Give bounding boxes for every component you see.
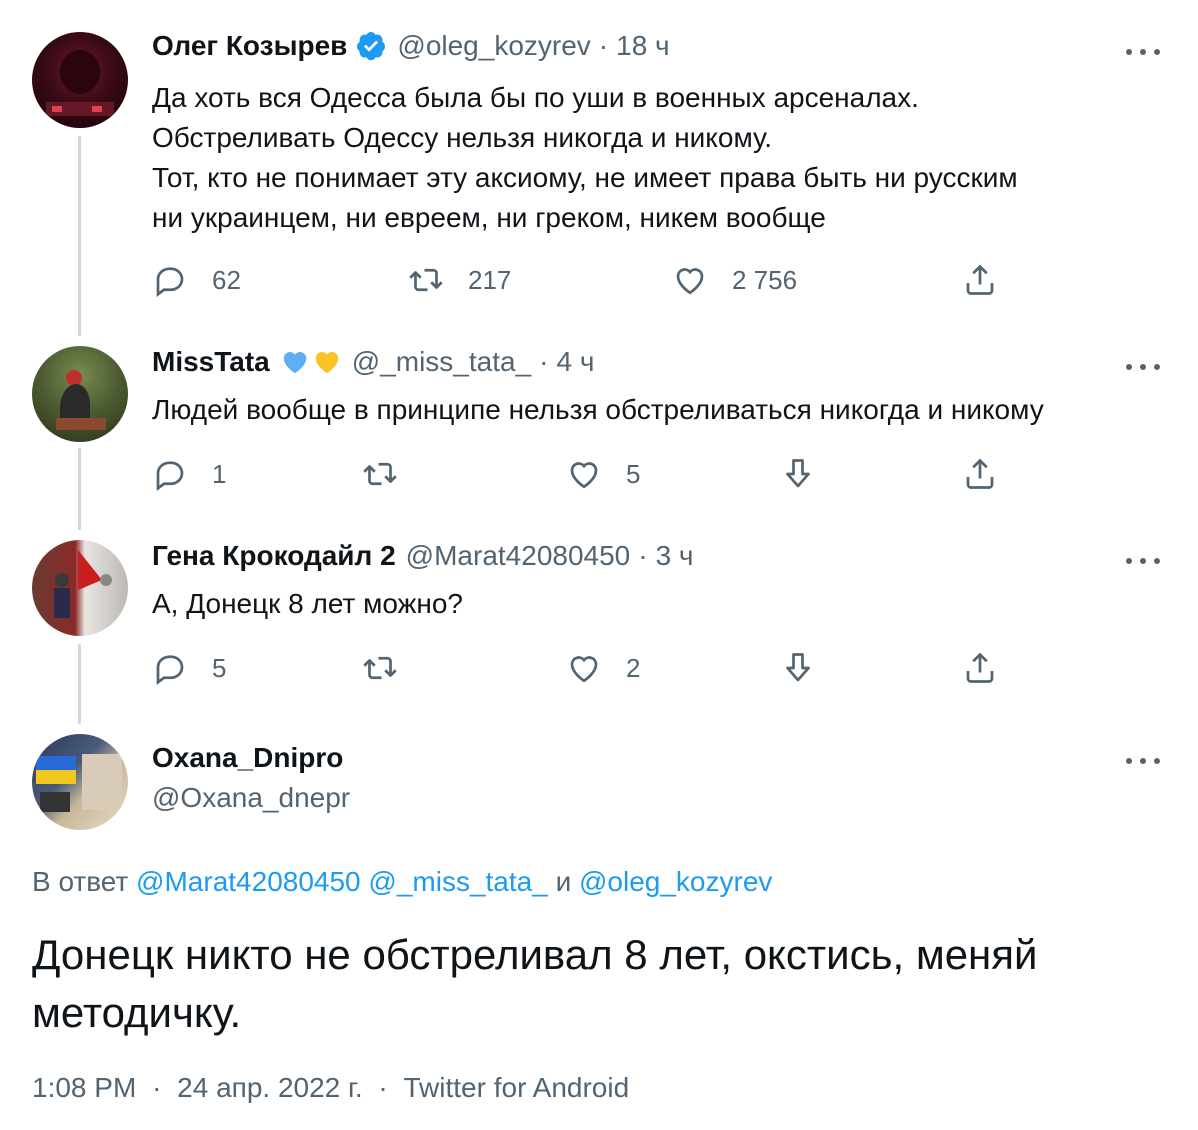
main-tweet: Oxana_Dnipro @Oxana_dnepr В ответ @Marat… xyxy=(0,0,1198,1130)
post-time[interactable]: 1:08 PM xyxy=(32,1072,136,1103)
more-icon[interactable] xyxy=(1126,756,1160,766)
replying-to: В ответ @Marat42080450 @_miss_tata_ и @o… xyxy=(32,866,772,898)
text-line: методичку. xyxy=(32,989,242,1036)
mention-link[interactable]: @oleg_kozyrev xyxy=(579,866,772,897)
reply-and: и xyxy=(555,866,572,897)
separator: · xyxy=(378,1072,388,1103)
main-tweet-text: Донецк никто не обстреливал 8 лет, оксти… xyxy=(32,926,1037,1042)
avatar[interactable] xyxy=(32,734,128,830)
tweet-metadata: 1:08 PM · 24 апр. 2022 г. · Twitter for … xyxy=(32,1072,629,1104)
post-date[interactable]: 24 апр. 2022 г. xyxy=(177,1072,362,1103)
author-name-row: Oxana_Dnipro xyxy=(152,742,343,774)
author-handle-row: @Oxana_dnepr xyxy=(152,782,350,814)
separator: · xyxy=(152,1072,162,1103)
text-line: Донецк никто не обстреливал 8 лет, оксти… xyxy=(32,931,1038,978)
mention-link[interactable]: @_miss_tata_ xyxy=(368,866,547,897)
author-name[interactable]: Oxana_Dnipro xyxy=(152,742,343,774)
author-handle[interactable]: @Oxana_dnepr xyxy=(152,782,350,814)
reply-prefix: В ответ xyxy=(32,866,129,897)
mention-link[interactable]: @Marat42080450 xyxy=(136,866,361,897)
post-source[interactable]: Twitter for Android xyxy=(404,1072,630,1103)
